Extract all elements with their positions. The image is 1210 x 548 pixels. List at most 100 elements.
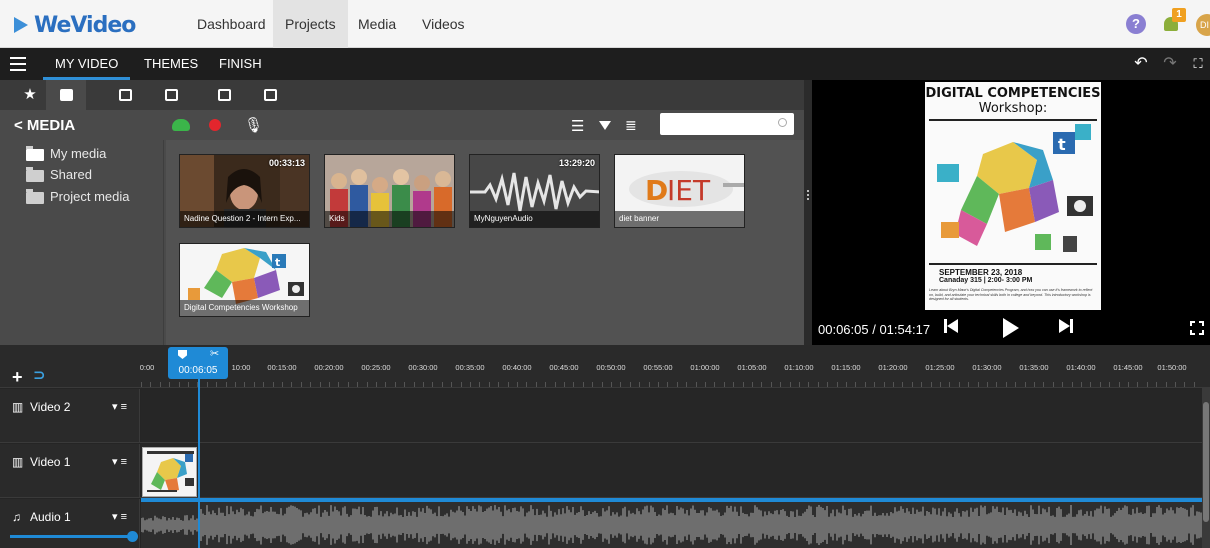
ruler-tick: 00:25:00 <box>361 363 391 372</box>
playhead-line[interactable] <box>198 377 200 548</box>
record-icon[interactable] <box>209 119 221 131</box>
ruler-minor-tick <box>460 382 462 387</box>
ruler-minor-tick <box>150 382 152 387</box>
notifications-bell-icon[interactable]: 1 <box>1162 8 1186 34</box>
track-name: Video 1 <box>30 455 71 469</box>
ruler-minor-tick <box>780 382 782 387</box>
folder-label: My media <box>50 146 107 161</box>
track-menu-icon[interactable]: ▾ ≡ <box>112 510 127 523</box>
media-item-audio[interactable]: 13:29:20 MyNguyenAudio <box>469 154 600 228</box>
playhead-time: 00:06:05 <box>178 365 218 376</box>
add-track-icon[interactable]: + <box>12 367 23 388</box>
user-avatar[interactable]: DI <box>1196 14 1210 36</box>
ruler-minor-tick <box>225 382 227 387</box>
undo-icon[interactable]: ↶ <box>1131 54 1151 74</box>
fullscreen-icon[interactable] <box>1190 321 1204 335</box>
ruler-minor-tick <box>1137 382 1139 387</box>
video-1-clip[interactable] <box>142 447 197 497</box>
media-back-title[interactable]: < MEDIA <box>14 117 75 134</box>
ruler-minor-tick <box>667 382 669 387</box>
track-lane[interactable] <box>141 444 1202 497</box>
track-menu-icon[interactable]: ▾ ≡ <box>112 400 127 413</box>
ruler-minor-tick <box>535 382 537 387</box>
tab-themes[interactable]: THEMES <box>144 48 198 80</box>
upload-cloud-icon[interactable] <box>172 119 190 131</box>
ruler-minor-tick <box>1184 382 1186 387</box>
redo-icon[interactable]: ↷ <box>1160 54 1180 74</box>
folder-shared[interactable]: Shared <box>26 165 92 185</box>
timeline-ruler[interactable]: + ⊃ 0:00 10:00 00:15:00 00:20:00 00:25:0… <box>0 345 1210 388</box>
backgrounds-icon[interactable] <box>250 80 290 110</box>
tab-my-video[interactable]: MY VIDEO <box>42 48 131 80</box>
ruler-minor-tick <box>761 382 763 387</box>
panel-resize-handle[interactable] <box>804 80 812 345</box>
timeline-scrollbar[interactable] <box>1202 388 1210 548</box>
preview-timecode: 00:06:05 / 01:54:17 <box>818 322 931 337</box>
volume-slider-track[interactable] <box>10 535 132 538</box>
ruler-minor-tick <box>723 382 725 387</box>
ruler-minor-tick <box>987 382 988 387</box>
track-lane[interactable] <box>141 389 1202 442</box>
sort-icon[interactable]: ≣ <box>625 117 637 134</box>
skip-to-start-icon[interactable] <box>944 318 958 339</box>
play-icon[interactable] <box>1003 318 1019 343</box>
text-titles-icon[interactable] <box>105 80 145 110</box>
ruler-minor-tick <box>808 382 810 387</box>
help-icon[interactable]: ? <box>1126 14 1146 34</box>
ruler-minor-tick <box>488 382 490 387</box>
track-header: ▥ Video 2 ▾ ≡ <box>0 389 140 442</box>
media-label: Kids <box>325 211 454 227</box>
volume-slider-knob[interactable] <box>127 531 138 542</box>
track-menu-icon[interactable]: ▾ ≡ <box>112 455 127 468</box>
media-item-diet-banner[interactable]: D IET diet banner <box>614 154 745 228</box>
marker-icon[interactable] <box>178 350 187 359</box>
expand-icon[interactable]: ⛶ <box>1188 54 1208 74</box>
media-label: Nadine Question 2 - Intern Exp... <box>180 211 309 227</box>
ruler-minor-tick <box>329 382 330 387</box>
folder-icon <box>26 189 44 204</box>
media-item-nadine[interactable]: 00:33:13 Nadine Question 2 - Intern Exp.… <box>179 154 310 228</box>
filter-icon[interactable] <box>599 121 611 130</box>
graphics-icon[interactable] <box>204 80 244 110</box>
list-view-icon[interactable]: ☰ <box>571 117 584 135</box>
nav-projects[interactable]: Projects <box>273 0 348 48</box>
ruler-tick: 00:20:00 <box>314 363 344 372</box>
folder-project-media[interactable]: Project media <box>26 187 129 207</box>
media-item-kids[interactable]: Kids <box>324 154 455 228</box>
ruler-minor-tick <box>883 382 885 387</box>
stock-media-icon[interactable] <box>151 80 191 110</box>
svg-text:D: D <box>645 174 668 207</box>
favorites-star-icon[interactable]: ★ <box>10 80 50 110</box>
nav-media[interactable]: Media <box>346 0 408 48</box>
ruler-minor-tick <box>573 382 575 387</box>
skip-to-end-icon[interactable] <box>1059 318 1073 339</box>
ruler-minor-tick <box>451 382 453 387</box>
ruler-minor-tick <box>413 382 415 387</box>
media-folder-icon[interactable] <box>46 80 86 110</box>
ruler-minor-tick <box>432 382 434 387</box>
ruler-minor-tick <box>629 382 631 387</box>
folder-open-icon <box>26 146 44 161</box>
media-item-digital-competencies[interactable]: t Digital Competencies Workshop <box>179 243 310 317</box>
wevideo-logo[interactable]: WeVideo <box>14 12 136 38</box>
ruler-minor-tick <box>1034 382 1035 387</box>
ruler-minor-tick <box>902 382 904 387</box>
split-scissors-icon[interactable]: ✂ <box>210 347 219 360</box>
ruler-minor-tick <box>639 382 641 387</box>
ruler-minor-tick <box>526 382 528 387</box>
microphone-icon[interactable]: 🎙︎ <box>244 116 263 134</box>
media-label: diet banner <box>615 211 744 227</box>
audio-waveform[interactable] <box>141 502 1202 548</box>
ruler-minor-tick <box>1062 382 1064 387</box>
tab-finish[interactable]: FINISH <box>219 48 262 80</box>
ruler-minor-tick <box>404 382 406 387</box>
nav-videos[interactable]: Videos <box>410 0 477 48</box>
ruler-minor-tick <box>949 382 951 387</box>
folder-my-media[interactable]: My media <box>26 144 106 164</box>
nav-dashboard[interactable]: Dashboard <box>185 0 278 48</box>
media-search-input[interactable] <box>660 113 794 135</box>
snap-magnet-icon[interactable]: ⊃ <box>33 366 46 384</box>
playhead-handle[interactable]: ✂ 00:06:05 <box>168 347 228 379</box>
ruler-minor-tick <box>817 382 819 387</box>
hamburger-menu-icon[interactable] <box>10 57 26 71</box>
